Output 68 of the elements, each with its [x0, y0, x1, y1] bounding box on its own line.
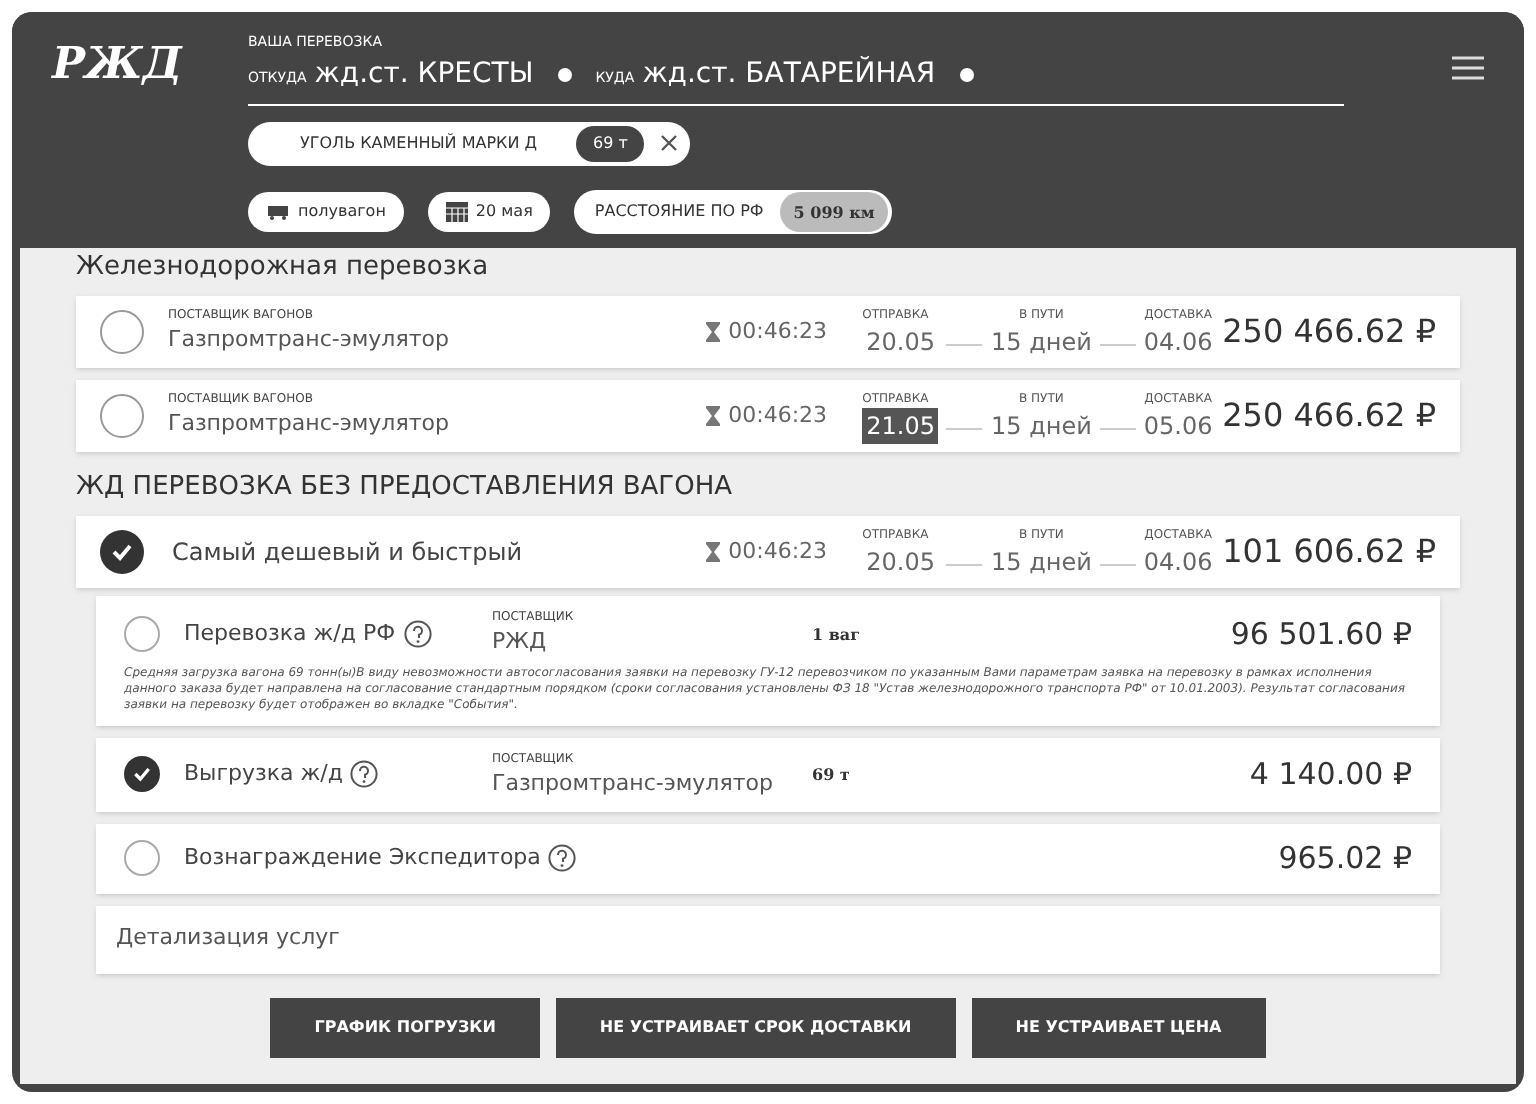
date-text: 20 мая	[475, 199, 533, 223]
supplier-name: Газпромтранс-эмулятор	[168, 408, 451, 441]
delivery-date: 05.06	[1143, 409, 1213, 443]
hourglass-icon	[706, 542, 721, 562]
departure-date: 20.05	[864, 545, 937, 579]
timer-text: 00:46:23	[728, 315, 828, 348]
radio-button[interactable]	[100, 310, 144, 354]
checked-radio[interactable]	[100, 530, 144, 574]
cargo-name: УГОЛЬ КАМЕННЫЙ МАРКИ Д	[300, 131, 537, 155]
delivery-date: 04.06	[1143, 325, 1213, 359]
departure-date: 21.05	[862, 407, 939, 443]
delivery-date: 04.06	[1143, 545, 1213, 579]
supplier-name: Газпромтранс-эмулятор	[492, 767, 775, 799]
wagon-icon	[266, 203, 290, 219]
hourglass-icon	[706, 322, 721, 342]
price-text: 96 501.60 ₽	[1228, 613, 1412, 655]
help-icon[interactable]	[403, 619, 432, 648]
action-button[interactable]: НЕ УСТРАИВАЕТ СРОК ДОСТАВКИ	[555, 997, 956, 1057]
date-chip[interactable]: 20 мая	[427, 191, 551, 231]
action-button[interactable]: НЕ УСТРАИВАЕТ ЦЕНА	[971, 997, 1266, 1057]
action-button[interactable]: ГРАФИК ПОГРУЗКИ	[270, 997, 540, 1057]
section-title: Железнодорожная перевозка	[76, 252, 491, 284]
wagon-type: полувагон	[298, 199, 386, 223]
transit-days: 15 дней	[990, 407, 1092, 443]
help-icon[interactable]	[350, 760, 379, 789]
help-icon[interactable]	[548, 844, 577, 873]
close-icon[interactable]	[659, 134, 678, 152]
details-panel[interactable]: Детализация услуг	[96, 905, 1440, 973]
clear-icon[interactable]	[557, 67, 572, 81]
price-text: 965.02 ₽	[1276, 838, 1412, 880]
distance-value: 5 099 км	[779, 191, 889, 231]
section-title: ЖД ПЕРЕВОЗКА БЕЗ ПРЕДОСТАВЛЕНИЯ ВАГОНА	[76, 472, 735, 504]
price-text: 4 140.00 ₽	[1247, 754, 1412, 796]
service-name: Вознаграждение Экспедитора	[184, 842, 541, 874]
price-text: 101 606.62 ₽	[1222, 530, 1436, 574]
logo: РЖД	[52, 36, 185, 94]
distance-chip[interactable]: РАССТОЯНИЕ ПО РФ 5 099 км	[574, 189, 893, 233]
price-text: 250 466.62 ₽	[1222, 310, 1436, 354]
transit-days: 15 дней	[990, 543, 1092, 579]
clear-icon[interactable]	[959, 67, 974, 81]
radio-button[interactable]	[100, 394, 144, 438]
calendar-icon	[445, 201, 468, 221]
cargo-weight: 69 т	[576, 125, 644, 161]
details-label: Детализация услуг	[116, 922, 340, 955]
hourglass-icon	[706, 406, 721, 426]
service-name: Перевозка ж/д РФ	[184, 617, 396, 649]
offer-name: Самый дешевый и быстрый	[172, 536, 525, 570]
from-station: жд.ст. КРЕСТЫ	[314, 55, 534, 93]
supplier-name: РЖД	[492, 626, 549, 658]
checked-checkbox[interactable]	[124, 756, 160, 793]
service-name: Выгрузка ж/д	[184, 758, 343, 790]
timer-text: 00:46:23	[728, 399, 828, 432]
check-icon	[110, 540, 134, 564]
checkbox[interactable]	[124, 615, 160, 652]
check-icon	[132, 764, 152, 785]
cargo-chip[interactable]: УГОЛЬ КАМЕННЫЙ МАРКИ Д 69 т	[248, 121, 690, 165]
quantity-text: 69 т	[812, 762, 852, 787]
price-text: 250 466.62 ₽	[1222, 394, 1436, 438]
wagon-chip[interactable]: полувагон	[248, 191, 404, 231]
quantity-text: 1 ваг	[812, 621, 862, 646]
departure-date: 20.05	[864, 325, 937, 359]
distance-label: РАССТОЯНИЕ ПО РФ	[594, 199, 764, 223]
checkbox[interactable]	[124, 840, 160, 877]
supplier-name: Газпромтранс-эмулятор	[168, 324, 451, 357]
menu-icon[interactable]	[1452, 56, 1484, 80]
transit-days: 15 дней	[990, 323, 1092, 359]
to-station: жд.ст. БАТАРЕЙНАЯ	[642, 54, 936, 93]
timer-text: 00:46:23	[728, 535, 828, 568]
